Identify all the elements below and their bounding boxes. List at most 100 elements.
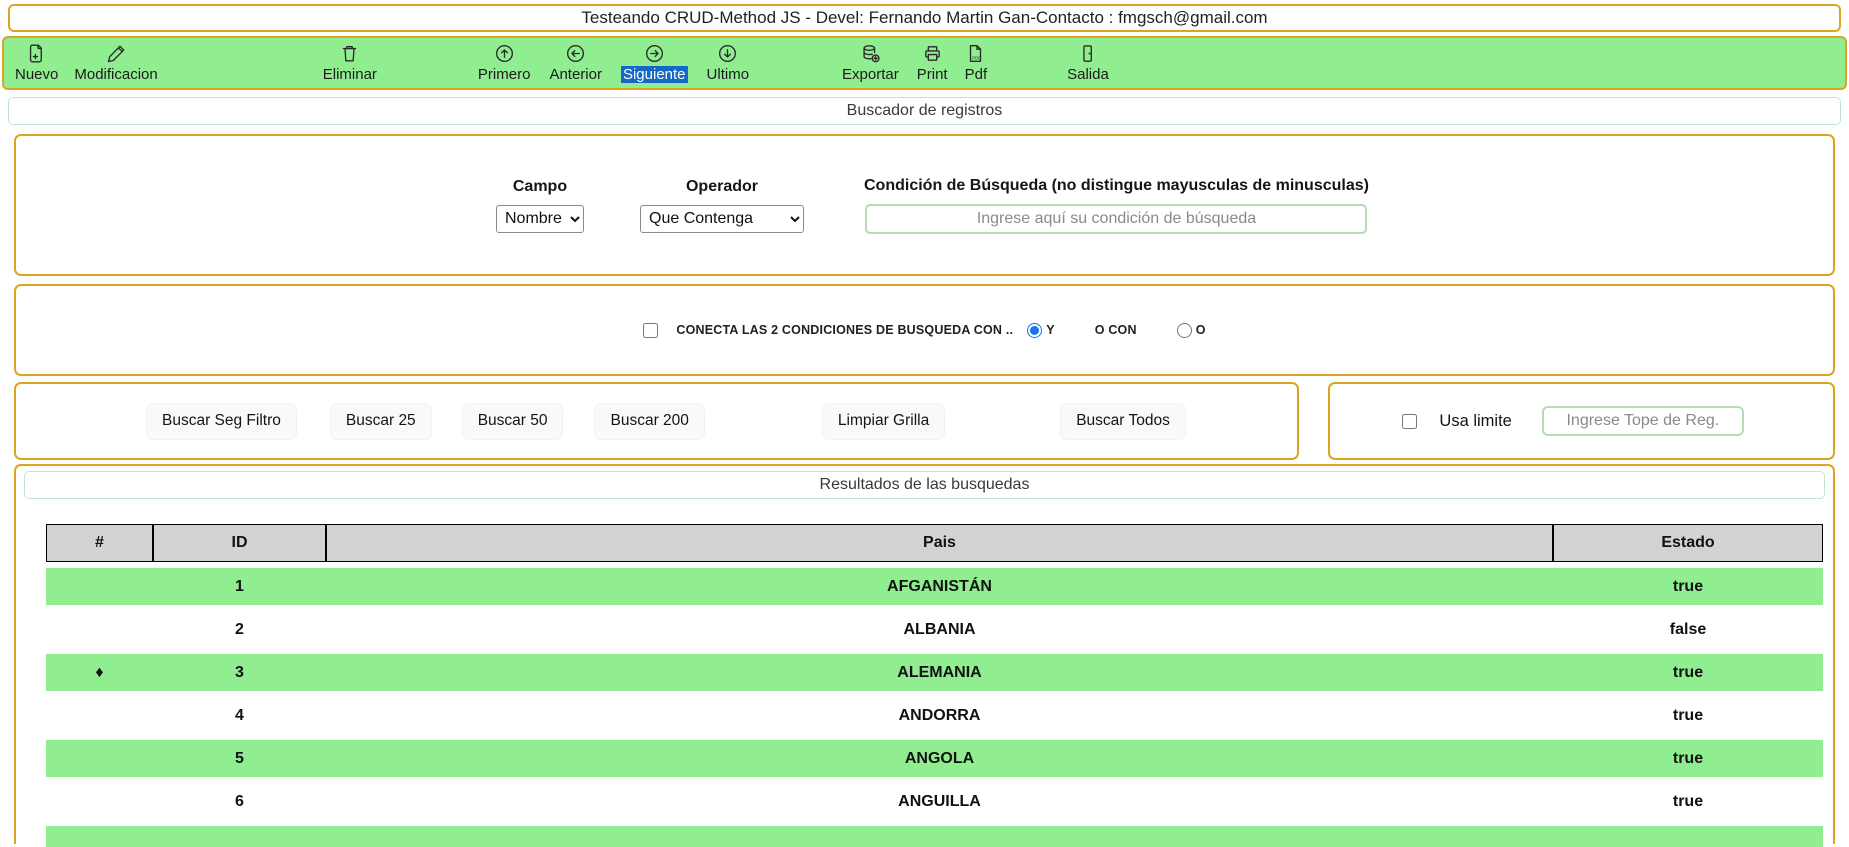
row-marker [46, 740, 153, 777]
print-button[interactable]: Print [917, 44, 948, 83]
row-id: 5 [153, 740, 326, 777]
results-box: Resultados de las busquedas # ID Pais Es… [14, 464, 1835, 844]
ultimo-button[interactable]: Ultimo [707, 44, 750, 83]
arrow-up-circle-icon [495, 44, 514, 64]
svg-text:PDF: PDF [973, 56, 982, 61]
table-row-partial[interactable] [46, 826, 1823, 847]
connector-radio-y-label: Y [1046, 323, 1055, 337]
arrow-down-circle-icon [718, 44, 737, 64]
toolbar-item-label: Pdf [965, 66, 988, 83]
row-marker [46, 611, 153, 648]
toolbar-item-label: Nuevo [15, 66, 58, 83]
campo-select[interactable]: Nombre [496, 205, 584, 233]
toolbar-item-label: Salida [1067, 66, 1109, 83]
toolbar-item-label: Eliminar [323, 66, 377, 83]
connector-label: CONECTA LAS 2 CONDICIONES DE BUSQUEDA CO… [676, 323, 1013, 337]
limit-box: Usa limite [1328, 382, 1835, 460]
row-estado: false [1553, 611, 1823, 648]
siguiente-button[interactable]: Siguiente [621, 44, 688, 83]
results-title: Resultados de las busquedas [820, 476, 1030, 494]
column-header-pais[interactable]: Pais [326, 524, 1553, 562]
campo-group: Campo Nombre [496, 178, 584, 233]
window-title-bar: Testeando CRUD-Method JS - Devel: Fernan… [8, 4, 1841, 32]
buscar-todos-button[interactable]: Buscar Todos [1060, 403, 1186, 440]
row-estado: true [1553, 654, 1823, 691]
nuevo-button[interactable]: Nuevo [15, 44, 58, 83]
row-marker [46, 783, 153, 820]
trash-icon [340, 44, 359, 64]
usa-limite-label: Usa limite [1439, 412, 1511, 431]
database-export-icon [861, 44, 880, 64]
anterior-button[interactable]: Anterior [549, 44, 602, 83]
row-pais: ALBANIA [326, 611, 1553, 648]
row-marker [46, 568, 153, 605]
row-marker: ♦ [46, 654, 153, 691]
row-id: 6 [153, 783, 326, 820]
connector-radio-o-label: O [1196, 323, 1206, 337]
row-pais: ANGOLA [326, 740, 1553, 777]
buscar-50-button[interactable]: Buscar 50 [462, 403, 564, 440]
table-row[interactable]: 2 ALBANIA false [46, 611, 1823, 648]
buscar-200-button[interactable]: Buscar 200 [594, 403, 704, 440]
exportar-button[interactable]: Exportar [842, 44, 899, 83]
action-row: Buscar Seg Filtro Buscar 25 Buscar 50 Bu… [14, 382, 1835, 460]
column-header-id[interactable]: ID [153, 524, 326, 562]
toolbar-item-label: Siguiente [621, 66, 688, 83]
connector-checkbox[interactable] [643, 323, 658, 338]
printer-icon [923, 44, 942, 64]
buscador-header-bar: Buscador de registros [8, 97, 1841, 125]
toolbar-item-label: Ultimo [707, 66, 750, 83]
connector-radio-y[interactable] [1027, 323, 1042, 338]
new-file-icon [27, 44, 46, 64]
operador-select[interactable]: Que Contenga [640, 205, 804, 233]
search-buttons-box: Buscar Seg Filtro Buscar 25 Buscar 50 Bu… [14, 382, 1299, 460]
column-header-num[interactable]: # [46, 524, 153, 562]
table-row[interactable]: 6 ANGUILLA true [46, 783, 1823, 820]
row-estado: true [1553, 783, 1823, 820]
buscar-25-button[interactable]: Buscar 25 [330, 403, 432, 440]
eliminar-button[interactable]: Eliminar [323, 44, 377, 83]
column-header-estado[interactable]: Estado [1553, 524, 1823, 562]
search-form-box: Campo Nombre Operador Que Contenga Condi… [14, 134, 1835, 276]
connector-middle-label: O CON [1095, 323, 1137, 337]
row-pais: ANDORRA [326, 697, 1553, 734]
condicion-group: Condición de Búsqueda (no distingue mayu… [864, 177, 1369, 234]
pdf-button[interactable]: PDF Pdf [965, 44, 988, 83]
pdf-file-icon: PDF [966, 44, 985, 64]
usa-limite-checkbox[interactable] [1402, 414, 1417, 429]
results-header-bar: Resultados de las busquedas [24, 471, 1825, 499]
arrow-right-circle-icon [645, 44, 664, 64]
row-pais: AFGANISTÁN [326, 568, 1553, 605]
connector-row: CONECTA LAS 2 CONDICIONES DE BUSQUEDA CO… [643, 323, 1205, 338]
modificacion-button[interactable]: Modificacion [74, 44, 157, 83]
campo-label: Campo [513, 178, 567, 196]
row-estado: true [1553, 740, 1823, 777]
salida-button[interactable]: Salida [1067, 44, 1109, 83]
toolbar-item-label: Exportar [842, 66, 899, 83]
tope-input[interactable] [1542, 406, 1744, 436]
connector-radio-o[interactable] [1177, 323, 1192, 338]
toolbar-item-label: Print [917, 66, 948, 83]
table-row[interactable]: 4 ANDORRA true [46, 697, 1823, 734]
buscador-title: Buscador de registros [847, 102, 1003, 120]
row-pais: ALEMANIA [326, 654, 1553, 691]
arrow-left-circle-icon [566, 44, 585, 64]
condicion-input[interactable] [865, 204, 1367, 234]
limpiar-grilla-button[interactable]: Limpiar Grilla [822, 403, 945, 440]
row-id: 1 [153, 568, 326, 605]
row-id: 3 [153, 654, 326, 691]
table-header-row: # ID Pais Estado [46, 524, 1823, 562]
row-estado: true [1553, 568, 1823, 605]
primero-button[interactable]: Primero [478, 44, 531, 83]
table-row[interactable]: 1 AFGANISTÁN true [46, 568, 1823, 605]
toolbar-item-label: Modificacion [74, 66, 157, 83]
pencil-icon [107, 44, 126, 64]
table-row-selected[interactable]: ♦ 3 ALEMANIA true [46, 654, 1823, 691]
toolbar-item-label: Anterior [549, 66, 602, 83]
row-id: 4 [153, 697, 326, 734]
buscar-seg-filtro-button[interactable]: Buscar Seg Filtro [146, 403, 297, 440]
results-table: # ID Pais Estado 1 AFGANISTÁN true 2 ALB… [46, 518, 1823, 847]
row-id: 2 [153, 611, 326, 648]
exit-door-icon [1078, 44, 1097, 64]
table-row[interactable]: 5 ANGOLA true [46, 740, 1823, 777]
